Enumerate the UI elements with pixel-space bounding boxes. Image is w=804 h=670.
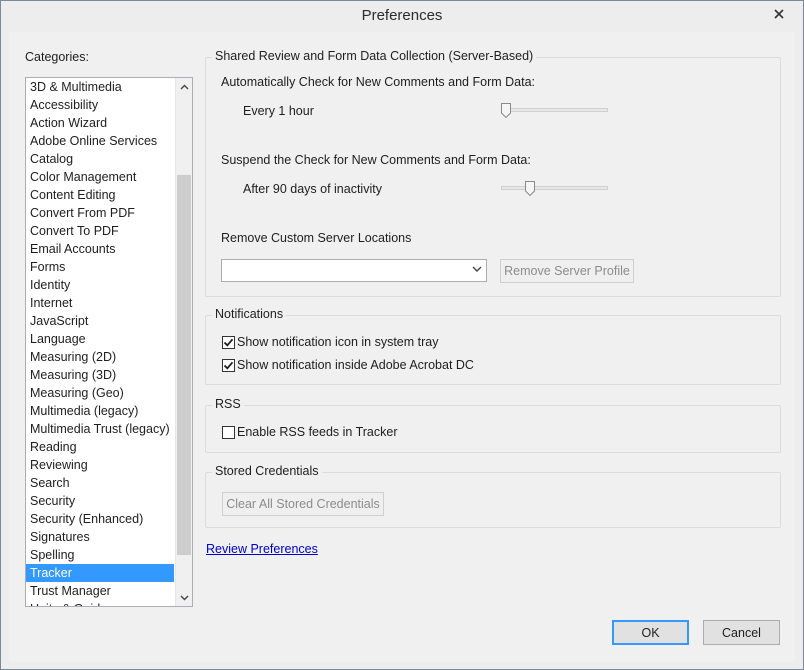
tray-label[interactable]: Show notification icon in system tray — [237, 335, 438, 349]
rss-title: RSS — [212, 397, 244, 411]
cancel-button[interactable]: Cancel — [703, 620, 780, 645]
category-item[interactable]: Measuring (3D) — [26, 366, 174, 384]
scroll-up-button[interactable] — [176, 78, 192, 95]
close-icon — [774, 9, 784, 19]
category-item[interactable]: JavaScript — [26, 312, 174, 330]
auto-check-label: Automatically Check for New Comments and… — [221, 75, 535, 89]
category-item[interactable]: Trust Manager — [26, 582, 174, 600]
remove-locations-label: Remove Custom Server Locations — [221, 231, 412, 245]
category-item[interactable]: Adobe Online Services — [26, 132, 174, 150]
categories-scrollbar[interactable] — [175, 78, 192, 606]
category-item[interactable]: Tracker — [26, 564, 174, 582]
title-bar: Preferences — [1, 1, 803, 32]
category-item[interactable]: Action Wizard — [26, 114, 174, 132]
chevron-down-icon — [472, 266, 482, 272]
slider-thumb-icon — [501, 103, 511, 119]
chevron-down-icon — [180, 595, 188, 600]
tray-checkbox[interactable] — [222, 336, 235, 349]
auto-check-slider-track[interactable] — [501, 108, 608, 112]
shared-review-title: Shared Review and Form Data Collection (… — [212, 49, 537, 63]
category-item[interactable]: Security (Enhanced) — [26, 510, 174, 528]
slider-thumb-icon — [525, 181, 536, 197]
close-button[interactable] — [767, 4, 791, 24]
category-item[interactable]: Measuring (Geo) — [26, 384, 174, 402]
checkmark-icon — [223, 338, 234, 347]
window-title: Preferences — [361, 7, 443, 24]
category-item[interactable]: Units & Guides — [26, 600, 174, 606]
ok-button[interactable]: OK — [612, 620, 689, 645]
notifications-title: Notifications — [212, 307, 287, 321]
scroll-down-button[interactable] — [176, 589, 192, 606]
checkmark-icon — [223, 361, 234, 370]
category-item[interactable]: Security — [26, 492, 174, 510]
category-item[interactable]: Email Accounts — [26, 240, 174, 258]
categories-label: Categories: — [25, 50, 89, 64]
category-item[interactable]: Internet — [26, 294, 174, 312]
inside-checkbox[interactable] — [222, 359, 235, 372]
server-locations-combo[interactable] — [221, 259, 487, 282]
category-item[interactable]: Catalog — [26, 150, 174, 168]
category-item[interactable]: Signatures — [26, 528, 174, 546]
categories-items: 3D & Multimedia Accessibility Action Wizar… — [26, 78, 174, 606]
suspend-slider-thumb[interactable] — [525, 181, 536, 197]
preferences-dialog: Preferences Categories: 3D & Multimedia A… — [0, 0, 804, 670]
dialog-body: Categories: 3D & Multimedia Accessibility… — [9, 32, 795, 662]
category-item[interactable]: Identity — [26, 276, 174, 294]
category-item[interactable]: Content Editing — [26, 186, 174, 204]
notifications-group: Notifications — [205, 307, 781, 385]
remove-server-profile-button[interactable]: Remove Server Profile — [500, 259, 634, 283]
suspend-slider-track[interactable] — [501, 186, 608, 190]
category-item[interactable]: Convert To PDF — [26, 222, 174, 240]
category-item[interactable]: Measuring (2D) — [26, 348, 174, 366]
scroll-thumb[interactable] — [177, 175, 191, 555]
inside-label[interactable]: Show notification inside Adobe Acrobat D… — [237, 358, 474, 372]
categories-list[interactable]: 3D & Multimedia Accessibility Action Wizar… — [25, 77, 193, 607]
category-item[interactable]: Forms — [26, 258, 174, 276]
suspend-value: After 90 days of inactivity — [243, 182, 382, 196]
category-item[interactable]: Spelling — [26, 546, 174, 564]
category-item[interactable]: Multimedia (legacy) — [26, 402, 174, 420]
category-item[interactable]: Accessibility — [26, 96, 174, 114]
category-item[interactable]: Convert From PDF — [26, 204, 174, 222]
auto-check-value: Every 1 hour — [243, 104, 314, 118]
category-item[interactable]: Color Management — [26, 168, 174, 186]
category-item[interactable]: 3D & Multimedia — [26, 78, 174, 96]
suspend-label: Suspend the Check for New Comments and F… — [221, 153, 531, 167]
clear-credentials-button[interactable]: Clear All Stored Credentials — [222, 492, 384, 516]
chevron-up-icon — [180, 84, 188, 89]
credentials-title: Stored Credentials — [212, 464, 322, 478]
auto-check-slider-thumb[interactable] — [501, 103, 511, 119]
category-item[interactable]: Language — [26, 330, 174, 348]
category-item[interactable]: Reading — [26, 438, 174, 456]
review-preferences-link[interactable]: Review Preferences — [206, 542, 318, 556]
rss-label[interactable]: Enable RSS feeds in Tracker — [237, 425, 398, 439]
rss-checkbox[interactable] — [222, 426, 235, 439]
category-item[interactable]: Multimedia Trust (legacy) — [26, 420, 174, 438]
category-item[interactable]: Search — [26, 474, 174, 492]
category-item[interactable]: Reviewing — [26, 456, 174, 474]
